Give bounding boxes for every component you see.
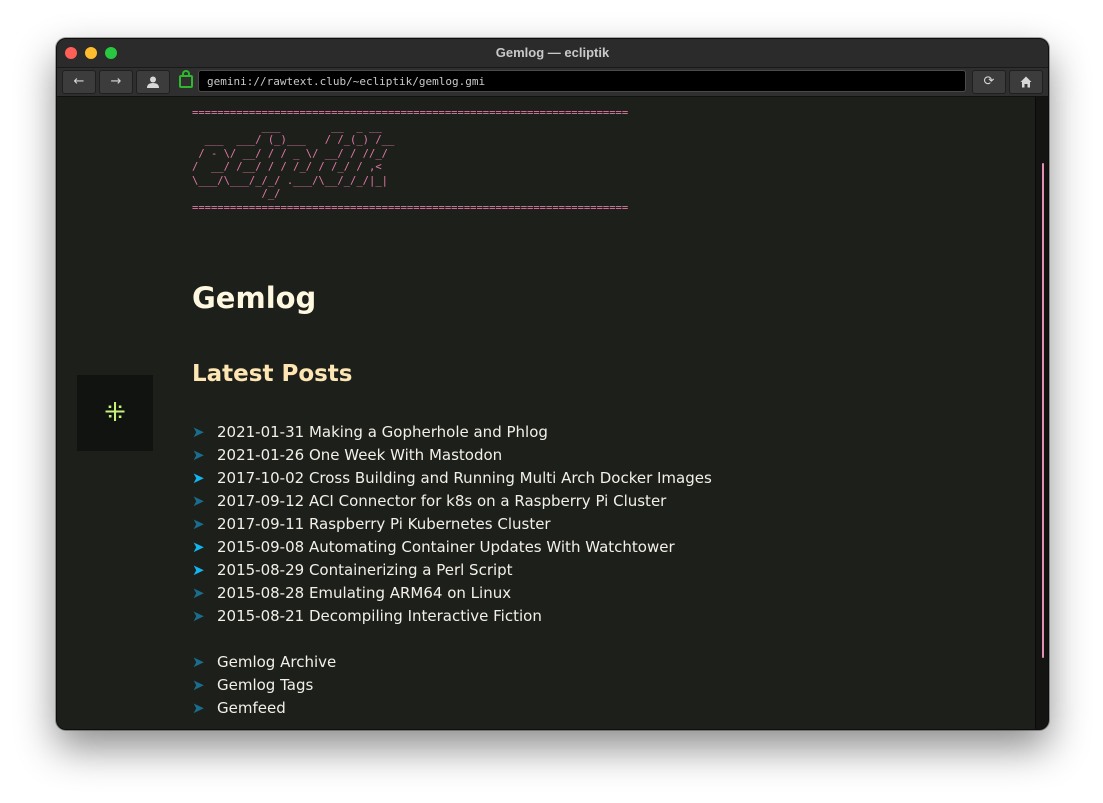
link-arrow-icon: ➤: [192, 653, 205, 671]
page-content: ========================================…: [57, 97, 1035, 729]
post-link[interactable]: ➤ 2015-08-21 Decompiling Interactive Fict…: [192, 605, 712, 628]
link-arrow-icon: ➤: [192, 538, 205, 556]
forward-arrow-icon: →: [110, 74, 122, 89]
lock-icon: [179, 70, 193, 88]
post-link[interactable]: ➤ 2015-08-28 Emulating ARM64 on Linux: [192, 582, 712, 605]
post-link-label: 2017-10-02 Cross Building and Running Mu…: [217, 469, 712, 487]
post-link-label: 2015-08-28 Emulating ARM64 on Linux: [217, 584, 512, 602]
nav-link[interactable]: ➤ Gemlog Tags: [192, 674, 336, 697]
post-link[interactable]: ➤ 2017-09-11 Raspberry Pi Kubernetes Clus…: [192, 513, 712, 536]
link-arrow-icon: ➤: [192, 469, 205, 487]
toolbar: ← → gemini://rawtext.club/~ecliptik/geml…: [57, 68, 1048, 97]
user-icon: [147, 76, 159, 88]
home-icon: [1020, 76, 1032, 88]
window-title: Gemlog — ecliptik: [495, 45, 610, 60]
browser-window: Gemlog — ecliptik ← → gemini://rawtext.c…: [56, 38, 1049, 730]
back-arrow-icon: ←: [73, 74, 85, 89]
title-bar: Gemlog — ecliptik: [57, 39, 1048, 68]
link-arrow-icon: ➤: [192, 607, 205, 625]
post-link[interactable]: ➤ 2017-10-02 Cross Building and Running M…: [192, 467, 712, 490]
nav-link-label: Gemfeed: [217, 699, 286, 717]
post-link[interactable]: ➤ 2021-01-31 Making a Gopherhole and Phlo…: [192, 421, 712, 444]
link-arrow-icon: ➤: [192, 446, 205, 464]
vertical-scrollbar[interactable]: [1035, 97, 1048, 729]
post-link-label: 2017-09-11 Raspberry Pi Kubernetes Clust…: [217, 515, 551, 533]
post-link[interactable]: ➤ 2015-09-08 Automating Container Updates…: [192, 536, 712, 559]
link-arrow-icon: ➤: [192, 561, 205, 579]
post-link[interactable]: ➤ 2021-01-26 One Week With Mastodon: [192, 444, 712, 467]
post-link-label: 2015-09-08 Automating Container Updates …: [217, 538, 675, 556]
section-heading-latest-posts: Latest Posts: [192, 361, 353, 387]
page-title: Gemlog: [192, 281, 317, 315]
link-arrow-icon: ➤: [192, 515, 205, 533]
nav-link-list: ➤ Gemlog Archive ➤ Gemlog Tags ➤ Gemfeed: [192, 651, 336, 720]
link-arrow-icon: ➤: [192, 676, 205, 694]
asterism-icon: ⁜: [104, 398, 126, 428]
back-button[interactable]: ←: [62, 70, 96, 94]
post-link[interactable]: ➤ 2015-08-29 Containerizing a Perl Script: [192, 559, 712, 582]
home-button[interactable]: [1009, 70, 1043, 94]
link-arrow-icon: ➤: [192, 423, 205, 441]
nav-link[interactable]: ➤ Gemfeed: [192, 697, 336, 720]
post-link-label: 2021-01-31 Making a Gopherhole and Phlog: [217, 423, 548, 441]
post-link-label: 2021-01-26 One Week With Mastodon: [217, 446, 503, 464]
nav-link[interactable]: ➤ Gemlog Archive: [192, 651, 336, 674]
reload-icon: ⟳: [983, 74, 995, 89]
address-bar[interactable]: gemini://rawtext.club/~ecliptik/gemlog.g…: [198, 70, 966, 92]
forward-button[interactable]: →: [99, 70, 133, 94]
nav-link-label: Gemlog Archive: [217, 653, 337, 671]
identity-button[interactable]: [136, 70, 170, 94]
post-link-label: 2017-09-12 ACI Connector for k8s on a Ra…: [217, 492, 667, 510]
scrollbar-thumb[interactable]: [1042, 163, 1044, 658]
reload-button[interactable]: ⟳: [972, 70, 1006, 94]
link-arrow-icon: ➤: [192, 492, 205, 510]
post-link-label: 2015-08-21 Decompiling Interactive Ficti…: [217, 607, 542, 625]
post-link-label: 2015-08-29 Containerizing a Perl Script: [217, 561, 513, 579]
post-link[interactable]: ➤ 2017-09-12 ACI Connector for k8s on a R…: [192, 490, 712, 513]
post-list: ➤ 2021-01-31 Making a Gopherhole and Phlo…: [192, 421, 712, 628]
link-arrow-icon: ➤: [192, 584, 205, 602]
nav-link-label: Gemlog Tags: [217, 676, 314, 694]
ascii-banner: ========================================…: [192, 107, 629, 214]
side-badge: ⁜: [77, 375, 153, 451]
link-arrow-icon: ➤: [192, 699, 205, 717]
